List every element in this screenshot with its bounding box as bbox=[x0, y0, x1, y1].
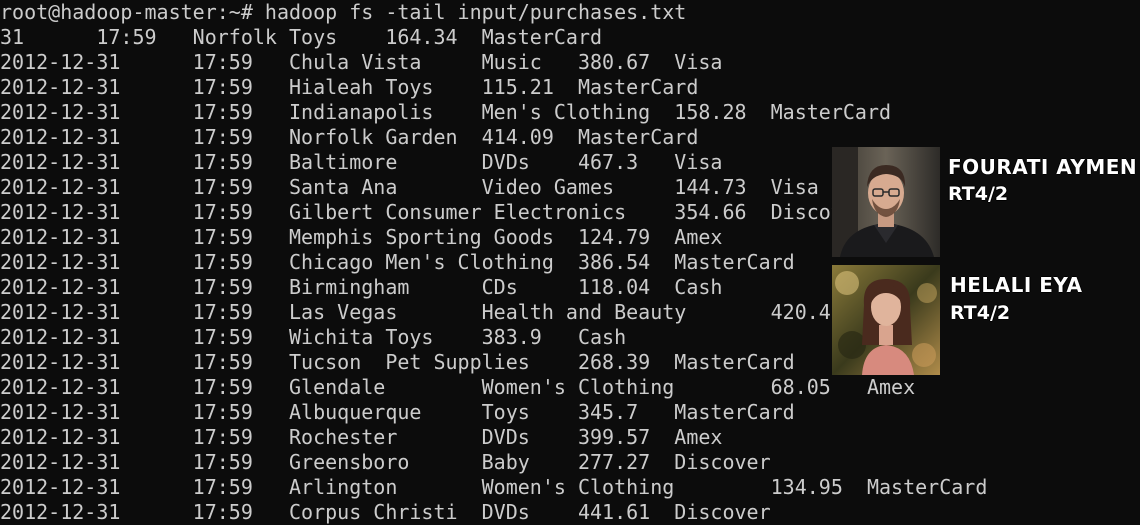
output-line: 2012-12-31 17:59 Glendale Women's Clothi… bbox=[0, 375, 915, 400]
output-line: 2012-12-31 17:59 Greensboro Baby 277.27 … bbox=[0, 450, 771, 475]
output-text: 2012-12-31 17:59 Norfolk Garden 414.09 M… bbox=[0, 125, 699, 149]
output-line: 2012-12-31 17:59 Tucson Pet Supplies 268… bbox=[0, 350, 795, 375]
command-prompt-line: root@hadoop-master:~# hadoop fs -tail in… bbox=[0, 0, 686, 25]
output-line: 2012-12-31 17:59 Baltimore DVDs 467.3 Vi… bbox=[0, 150, 722, 175]
avatar-photo-2 bbox=[832, 265, 940, 375]
output-line: 2012-12-31 17:59 Norfolk Garden 414.09 M… bbox=[0, 125, 698, 150]
student-class-2: RT4/2 bbox=[950, 302, 1011, 324]
output-line: 2012-12-31 17:59 Rochester DVDs 399.57 A… bbox=[0, 425, 722, 450]
student-name-1: FOURATI AYMEN bbox=[948, 155, 1138, 179]
student-class-1: RT4/2 bbox=[948, 183, 1009, 205]
output-text: 2012-12-31 17:59 Rochester DVDs 399.57 A… bbox=[0, 425, 723, 449]
output-text: 2012-12-31 17:59 Birmingham CDs 118.04 C… bbox=[0, 275, 723, 299]
output-text: 2012-12-31 17:59 Chicago Men's Clothing … bbox=[0, 250, 795, 274]
portrait-image bbox=[832, 265, 940, 375]
output-text: 2012-12-31 17:59 Glendale Women's Clothi… bbox=[0, 375, 916, 399]
output-text: 2012-12-31 17:59 Indianapolis Men's Clot… bbox=[0, 100, 892, 124]
output-line: 2012-12-31 17:59 Wichita Toys 383.9 Cash bbox=[0, 325, 626, 350]
output-text: 2012-12-31 17:59 Baltimore DVDs 467.3 Vi… bbox=[0, 150, 723, 174]
output-text: 2012-12-31 17:59 Tucson Pet Supplies 268… bbox=[0, 350, 795, 374]
output-line: 2012-12-31 17:59 Hialeah Toys 115.21 Mas… bbox=[0, 75, 698, 100]
output-text: 2012-12-31 17:59 Arlington Women's Cloth… bbox=[0, 475, 988, 499]
output-text: 2012-12-31 17:59 Gilbert Consumer Electr… bbox=[0, 200, 867, 224]
output-text: 2012-12-31 17:59 Greensboro Baby 277.27 … bbox=[0, 450, 771, 474]
output-text: 2012-12-31 17:59 Santa Ana Video Games 1… bbox=[0, 175, 819, 199]
output-line: 2012-12-31 17:59 Arlington Women's Cloth… bbox=[0, 475, 987, 500]
output-text: 2012-12-31 17:59 Memphis Sporting Goods … bbox=[0, 225, 723, 249]
command-text: root@hadoop-master:~# hadoop fs -tail in… bbox=[0, 0, 687, 24]
output-line: 2012-12-31 17:59 Gilbert Consumer Electr… bbox=[0, 200, 867, 225]
output-line: 31 17:59 Norfolk Toys 164.34 MasterCard bbox=[0, 25, 602, 50]
avatar-photo-1 bbox=[832, 147, 940, 257]
output-text: 2012-12-31 17:59 Wichita Toys 383.9 Cash bbox=[0, 325, 627, 349]
output-line: 2012-12-31 17:59 Corpus Christi DVDs 441… bbox=[0, 500, 771, 525]
output-text: 2012-12-31 17:59 Albuquerque Toys 345.7 … bbox=[0, 400, 795, 424]
output-text: 2012-12-31 17:59 Corpus Christi DVDs 441… bbox=[0, 500, 771, 524]
output-text: 31 17:59 Norfolk Toys 164.34 MasterCard bbox=[0, 25, 603, 49]
output-line: 2012-12-31 17:59 Chula Vista Music 380.6… bbox=[0, 50, 722, 75]
portrait-image bbox=[832, 147, 940, 257]
output-line: 2012-12-31 17:59 Las Vegas Health and Be… bbox=[0, 300, 843, 325]
output-text: 2012-12-31 17:59 Hialeah Toys 115.21 Mas… bbox=[0, 75, 699, 99]
output-line: 2012-12-31 17:59 Albuquerque Toys 345.7 … bbox=[0, 400, 795, 425]
output-text: 2012-12-31 17:59 Chula Vista Music 380.6… bbox=[0, 50, 723, 74]
output-text: 2012-12-31 17:59 Las Vegas Health and Be… bbox=[0, 300, 843, 324]
output-line: 2012-12-31 17:59 Indianapolis Men's Clot… bbox=[0, 100, 891, 125]
output-line: 2012-12-31 17:59 Chicago Men's Clothing … bbox=[0, 250, 795, 275]
terminal-window[interactable]: root@hadoop-master:~# hadoop fs -tail in… bbox=[0, 0, 1140, 525]
output-line: 2012-12-31 17:59 Santa Ana Video Games 1… bbox=[0, 175, 819, 200]
output-line: 2012-12-31 17:59 Memphis Sporting Goods … bbox=[0, 225, 722, 250]
output-line: 2012-12-31 17:59 Birmingham CDs 118.04 C… bbox=[0, 275, 722, 300]
student-name-2: HELALI EYA bbox=[950, 273, 1083, 297]
